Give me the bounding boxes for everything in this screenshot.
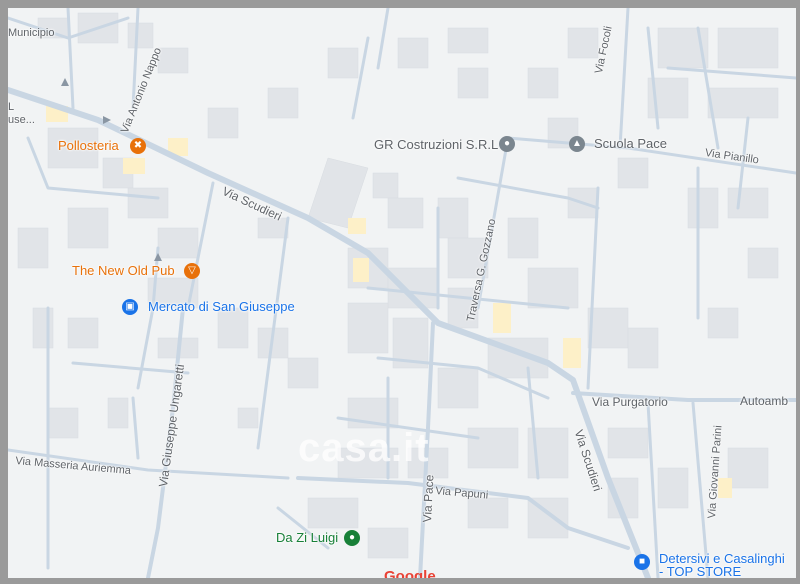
- map-canvas[interactable]: Municipio L use... Via Antonio Nappo Via…: [8, 8, 796, 578]
- poi-label-new-old-pub[interactable]: The New Old Pub: [72, 264, 175, 278]
- cocktail-bar-icon[interactable]: ▽: [184, 263, 200, 279]
- poi-label-detersivi-line2[interactable]: - TOP STORE: [659, 565, 741, 579]
- map-layer: [8, 8, 796, 578]
- poi-label-gr-costruzioni[interactable]: GR Costruzioni S.R.L: [374, 138, 498, 152]
- school-icon[interactable]: ▲: [569, 136, 585, 152]
- street-label-via-pace: Via Pace: [420, 474, 437, 523]
- casa-watermark: casa.it: [298, 426, 430, 470]
- restaurant-icon[interactable]: ✖: [130, 138, 146, 154]
- street-label-fragment-use: use...: [8, 114, 35, 126]
- poi-label-da-zi-luigi[interactable]: Da Zi Luigi: [276, 531, 338, 545]
- map-frame: Municipio L use... Via Antonio Nappo Via…: [0, 0, 800, 584]
- street-label-autoamb: Autoamb: [740, 394, 789, 408]
- shopping-bag-icon[interactable]: ■: [634, 554, 650, 570]
- restaurant-green-icon[interactable]: ●: [344, 530, 360, 546]
- location-pin-icon[interactable]: ●: [499, 136, 515, 152]
- google-logo: Google: [384, 568, 436, 578]
- poi-label-mercato[interactable]: Mercato di San Giuseppe: [148, 300, 295, 314]
- poi-label-pollosteria[interactable]: Pollosteria: [58, 139, 119, 153]
- street-label-municipio: Municipio: [8, 27, 55, 39]
- street-label-fragment-l: L: [8, 101, 15, 113]
- poi-label-scuola-pace[interactable]: Scuola Pace: [594, 137, 667, 151]
- street-label-via-purgatorio: Via Purgatorio: [592, 395, 668, 409]
- shopping-cart-icon[interactable]: ▣: [122, 299, 138, 315]
